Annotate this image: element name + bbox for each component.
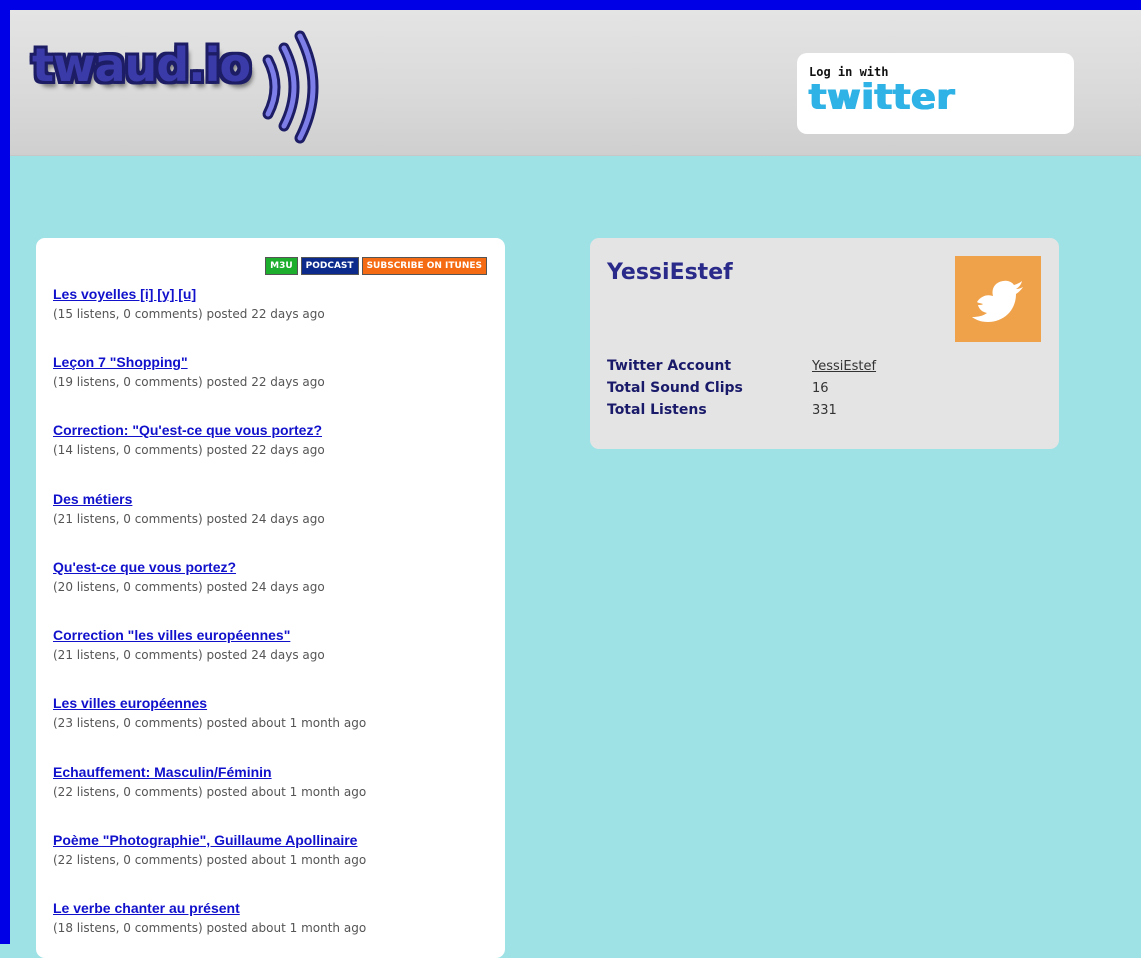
list-item: Echauffement: Masculin/Féminin (22 liste… [53,764,366,799]
clip-meta: (15 listens, 0 comments) posted 22 days … [53,307,325,321]
stat-value: 331 [812,403,837,418]
clip-title-link[interactable]: Poème "Photographie", Guillaume Apollina… [53,832,366,848]
stat-label: Twitter Account [607,358,732,374]
clip-meta: (21 listens, 0 comments) posted 24 days … [53,648,325,662]
site-logo[interactable]: twaud.io [32,30,322,145]
clip-title-link[interactable]: Le verbe chanter au présent [53,900,366,916]
clip-meta: (23 listens, 0 comments) posted about 1 … [53,716,367,730]
list-item: Poème "Photographie", Guillaume Apollina… [53,832,366,867]
clip-meta: (19 listens, 0 comments) posted 22 days … [53,375,325,389]
clip-title-link[interactable]: Correction "les villes européennes" [53,627,325,643]
list-item: Correction: "Qu'est-ce que vous portez? … [53,422,325,457]
twitter-wordmark: twitter [809,77,956,118]
twitter-login-button[interactable]: Log in with twitter [797,53,1074,134]
sound-waves-icon [262,30,319,144]
clip-title-link[interactable]: Leçon 7 "Shopping" [53,354,325,370]
sound-clip-list-panel: M3U PODCAST SUBSCRIBE ON ITUNES Les voye… [36,238,505,958]
clip-title-link[interactable]: Les villes européennes [53,695,366,711]
twitter-bird-icon [955,256,1041,342]
list-item: Correction "les villes européennes" (21 … [53,627,325,662]
clip-title-link[interactable]: Echauffement: Masculin/Féminin [53,764,366,780]
list-item: Le verbe chanter au présent (18 listens,… [53,900,366,935]
podcast-badge[interactable]: PODCAST [300,257,359,275]
profile-name: YessiEstef [607,260,733,285]
clip-title-link[interactable]: Correction: "Qu'est-ce que vous portez? [53,422,325,438]
stat-label: Total Sound Clips [607,380,743,396]
list-item: Leçon 7 "Shopping" (19 listens, 0 commen… [53,354,325,389]
window-frame-top [0,0,1141,10]
stat-label: Total Listens [607,402,707,418]
feed-badges: M3U PODCAST SUBSCRIBE ON ITUNES [265,257,487,275]
m3u-badge[interactable]: M3U [265,257,298,275]
stat-value: 16 [812,381,829,396]
site-header: twaud.io Log in with twitter [10,10,1141,156]
list-item: Des métiers (21 listens, 0 comments) pos… [53,491,325,526]
window-frame-left [0,0,10,944]
clip-title-link[interactable]: Des métiers [53,491,325,507]
twitter-account-link[interactable]: YessiEstef [812,359,876,374]
clip-title-link[interactable]: Les voyelles [i] [y] [u] [53,286,325,302]
clip-meta: (18 listens, 0 comments) posted about 1 … [53,921,367,935]
clip-title-link[interactable]: Qu'est-ce que vous portez? [53,559,325,575]
list-item: Les villes européennes (23 listens, 0 co… [53,695,366,730]
clip-meta: (20 listens, 0 comments) posted 24 days … [53,580,325,594]
clip-meta: (21 listens, 0 comments) posted 24 days … [53,512,325,526]
clip-meta: (22 listens, 0 comments) posted about 1 … [53,785,367,799]
clip-meta: (22 listens, 0 comments) posted about 1 … [53,853,367,867]
avatar[interactable] [955,256,1041,342]
clip-meta: (14 listens, 0 comments) posted 22 days … [53,443,325,457]
subscribe-itunes-badge[interactable]: SUBSCRIBE ON ITUNES [361,257,487,275]
logo-text: twaud.io [32,38,251,92]
profile-panel: YessiEstef Twitter Account YessiEstef To… [590,238,1059,449]
list-item: Qu'est-ce que vous portez? (20 listens, … [53,559,325,594]
list-item: Les voyelles [i] [y] [u] (15 listens, 0 … [53,286,325,321]
